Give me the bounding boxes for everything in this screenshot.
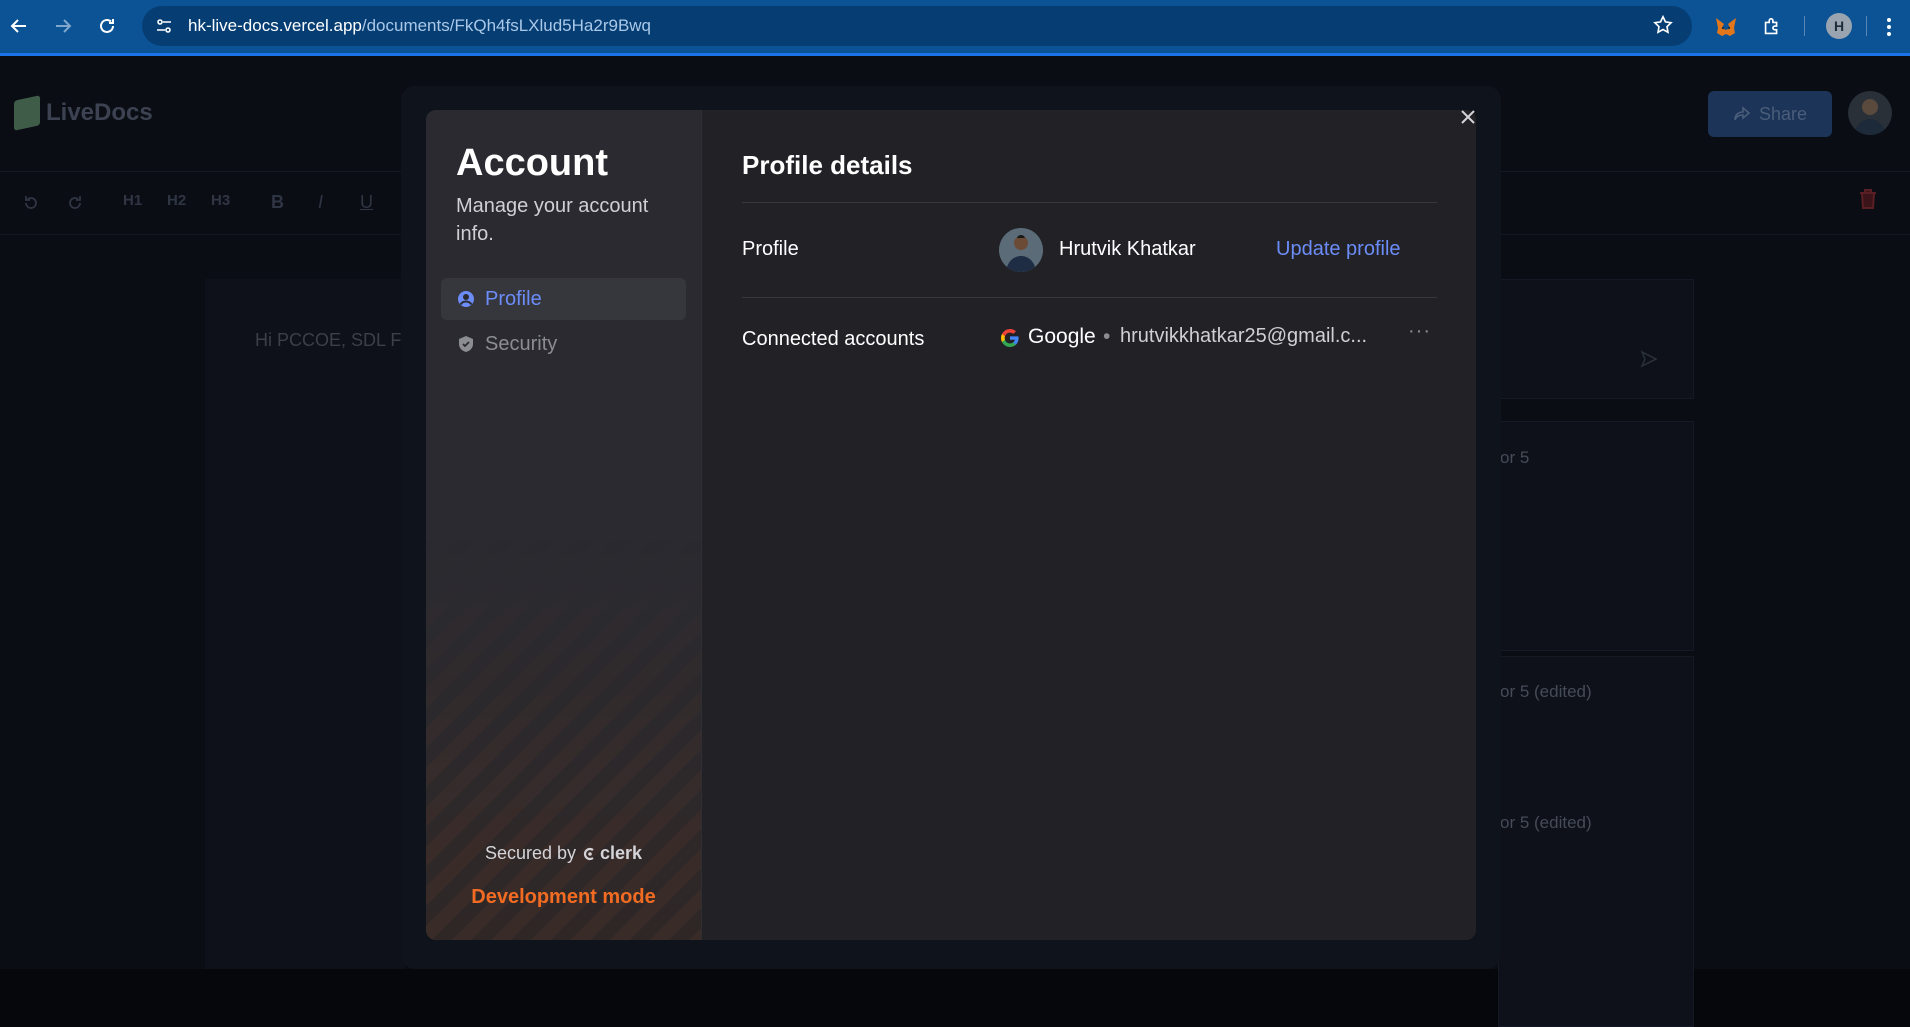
section-divider [742, 297, 1437, 298]
connected-account-email: hrutvikkhatkar25@gmail.c... [1120, 325, 1368, 347]
separator-dot: • [1103, 325, 1111, 348]
heading1-button[interactable]: H1 [123, 192, 142, 209]
url-path: /documents/FkQh4fsLXlud5Ha2r9Bwq [361, 16, 652, 35]
clerk-icon [583, 847, 594, 860]
account-subtitle: Manage your account info. [456, 195, 649, 245]
undo-icon [25, 196, 37, 209]
secured-by-clerk[interactable]: Secured by clerk [426, 843, 701, 864]
user-circle-icon [458, 291, 474, 307]
logo-text: LiveDocs [46, 99, 153, 126]
profile-row-label: Profile [742, 238, 799, 260]
url-text: hk-live-docs.vercel.app/documents/FkQh4f… [188, 16, 651, 36]
comment-thread [1498, 656, 1694, 1027]
address-bar[interactable]: hk-live-docs.vercel.app/documents/FkQh4f… [142, 6, 1692, 46]
google-icon [1001, 329, 1019, 347]
italic-button[interactable]: I [318, 192, 323, 213]
connected-accounts-label: Connected accounts [742, 328, 925, 350]
editor-text: Hi PCCOE, SDL F [255, 330, 402, 350]
section-divider [742, 202, 1437, 203]
livedocs-logo[interactable]: LiveDocs [14, 95, 153, 131]
back-arrow-icon [10, 19, 26, 33]
sidebar-item-security[interactable]: Security [441, 323, 686, 365]
clerk-brand-text: clerk [600, 843, 643, 863]
reload-button[interactable] [92, 11, 122, 41]
underline-button[interactable]: U [360, 192, 373, 213]
update-profile-button[interactable]: Update profile [1276, 238, 1401, 261]
browser-menu-icon[interactable] [1874, 12, 1904, 42]
sidebar-item-label: Profile [485, 287, 542, 310]
comment-input-box [1498, 279, 1694, 399]
bold-button[interactable]: B [271, 192, 284, 213]
close-modal-button[interactable] [1458, 107, 1478, 127]
development-mode-label: Development mode [471, 886, 656, 908]
sidebar-item-profile[interactable]: Profile [441, 278, 686, 320]
redo-icon [69, 196, 81, 209]
extensions-puzzle-icon[interactable] [1757, 12, 1787, 42]
profile-details-title: Profile details [742, 150, 913, 180]
logo-icon [14, 95, 40, 131]
toolbar-divider [1866, 16, 1867, 36]
user-name: Hrutvik Khatkar [1059, 238, 1196, 260]
sidebar-decoration [426, 530, 701, 940]
account-sidebar: Account Manage your account info. Profil… [426, 110, 701, 940]
editor-surface [205, 279, 405, 969]
heading2-button[interactable]: H2 [167, 192, 186, 209]
close-icon [1461, 110, 1475, 124]
bookmark-star-icon[interactable] [1652, 14, 1674, 41]
delete-trash-icon[interactable] [1858, 188, 1878, 210]
header-user-avatar[interactable] [1848, 91, 1892, 135]
profile-details-panel: Profile details Profile Hrutvik Khatkar … [701, 110, 1476, 940]
forward-arrow-icon [56, 19, 72, 33]
account-title: Account [456, 142, 608, 184]
share-label: Share [1758, 103, 1808, 124]
heading3-button[interactable]: H3 [211, 192, 230, 209]
clerk-logo: clerk [582, 843, 642, 864]
send-icon[interactable] [1640, 350, 1658, 368]
site-settings-icon[interactable] [150, 12, 178, 40]
toolbar-divider [1804, 16, 1805, 36]
forward-button[interactable] [48, 11, 78, 41]
share-button[interactable]: Share [1708, 91, 1832, 137]
account-modal: Account Manage your account info. Profil… [426, 110, 1476, 940]
sidebar-item-label: Security [485, 332, 558, 355]
back-button[interactable] [4, 11, 34, 41]
share-icon [1734, 106, 1751, 121]
user-avatar [999, 228, 1043, 272]
url-host: hk-live-docs.vercel.app [188, 16, 362, 35]
connected-provider-name: Google [1028, 325, 1096, 348]
reload-icon [100, 18, 114, 33]
shield-check-icon [459, 336, 473, 352]
browser-toolbar: hk-live-docs.vercel.app/documents/FkQh4f… [0, 0, 1910, 56]
comment-author-meta: or 5 (edited) [1500, 813, 1592, 832]
comment-author-meta: or 5 [1500, 448, 1530, 467]
browser-profile-avatar[interactable]: H [1826, 13, 1852, 39]
connected-account-more-button[interactable]: ··· [1408, 320, 1431, 343]
metamask-extension-icon[interactable] [1711, 12, 1741, 42]
comment-author-meta: or 5 (edited) [1500, 682, 1592, 701]
secured-by-label: Secured by [484, 843, 576, 863]
